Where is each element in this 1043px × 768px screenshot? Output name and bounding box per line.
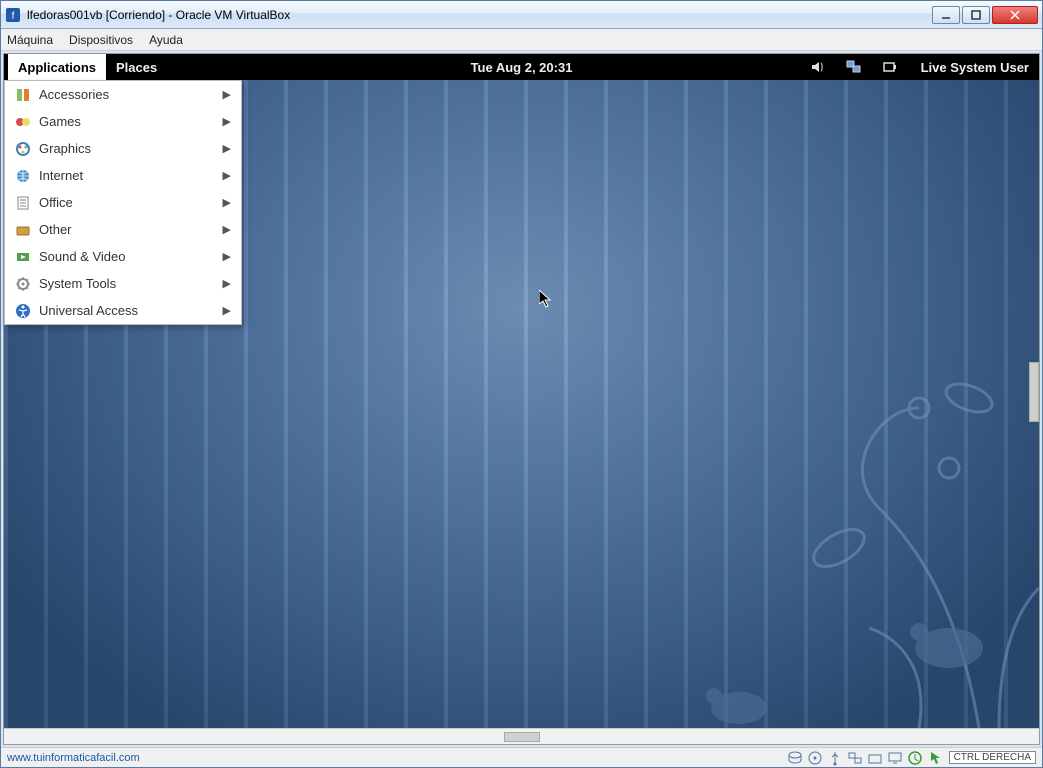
menu-internet[interactable]: Internet ▶ — [5, 162, 241, 189]
menu-games[interactable]: Games ▶ — [5, 108, 241, 135]
battery-icon[interactable] — [881, 58, 899, 76]
optical-icon[interactable] — [807, 750, 823, 766]
svg-text:f: f — [12, 11, 15, 22]
menu-office[interactable]: Office ▶ — [5, 189, 241, 216]
host-key-indicator: CTRL DERECHA — [949, 751, 1036, 764]
menu-label: Accessories — [39, 87, 215, 102]
display-icon[interactable] — [887, 750, 903, 766]
menu-label: Internet — [39, 168, 215, 183]
gnome-top-panel: Applications Places Tue Aug 2, 20:31 Liv… — [4, 54, 1039, 80]
office-icon — [15, 195, 31, 211]
clock[interactable]: Tue Aug 2, 20:31 — [471, 60, 573, 75]
statusbar-link[interactable]: www.tuinformaticafacil.com — [7, 752, 140, 764]
menu-graphics[interactable]: Graphics ▶ — [5, 135, 241, 162]
guest-display: Applications Places Tue Aug 2, 20:31 Liv… — [3, 53, 1040, 745]
accessibility-icon — [15, 303, 31, 319]
chevron-right-icon: ▶ — [223, 88, 231, 101]
harddisk-icon[interactable] — [787, 750, 803, 766]
menu-label: System Tools — [39, 276, 215, 291]
mouse-capture-icon[interactable] — [927, 750, 943, 766]
window-controls — [932, 6, 1038, 24]
places-menu-button[interactable]: Places — [106, 54, 167, 80]
user-menu[interactable]: Live System User — [917, 60, 1029, 75]
window-title: lfedoras001vb [Corriendo] - Oracle VM Vi… — [27, 8, 932, 22]
other-icon — [15, 222, 31, 238]
chevron-right-icon: ▶ — [223, 250, 231, 263]
menu-universal-access[interactable]: Universal Access ▶ — [5, 297, 241, 324]
network-icon[interactable] — [845, 58, 863, 76]
menu-label: Universal Access — [39, 303, 215, 318]
usb-icon[interactable] — [827, 750, 843, 766]
applications-dropdown: Accessories ▶ Games ▶ Graphics ▶ Interne… — [4, 80, 242, 325]
menu-machine[interactable]: Máquina — [7, 33, 53, 47]
virtualbox-window: f lfedoras001vb [Corriendo] - Oracle VM … — [0, 0, 1043, 768]
menu-accessories[interactable]: Accessories ▶ — [5, 81, 241, 108]
menu-label: Graphics — [39, 141, 215, 156]
menu-label: Office — [39, 195, 215, 210]
virtualbox-menubar: Máquina Dispositivos Ayuda — [1, 29, 1042, 51]
vertical-scrollbar[interactable] — [1027, 52, 1041, 732]
volume-icon[interactable] — [809, 58, 827, 76]
system-tray: Live System User — [809, 58, 1035, 76]
app-icon: f — [5, 7, 21, 23]
menu-system-tools[interactable]: System Tools ▶ — [5, 270, 241, 297]
network-status-icon[interactable] — [847, 750, 863, 766]
accessories-icon — [15, 87, 31, 103]
mouse-cursor-icon — [539, 290, 555, 310]
chevron-right-icon: ▶ — [223, 142, 231, 155]
minimize-button[interactable] — [932, 6, 960, 24]
chevron-right-icon: ▶ — [223, 115, 231, 128]
horizontal-scrollbar[interactable] — [4, 728, 1039, 744]
menu-help[interactable]: Ayuda — [149, 33, 183, 47]
menu-devices[interactable]: Dispositivos — [69, 33, 133, 47]
maximize-button[interactable] — [962, 6, 990, 24]
guest-additions-icon[interactable] — [907, 750, 923, 766]
chevron-right-icon: ▶ — [223, 169, 231, 182]
graphics-icon — [15, 141, 31, 157]
internet-icon — [15, 168, 31, 184]
vbox-status-icons — [787, 750, 943, 766]
games-icon — [15, 114, 31, 130]
media-icon — [15, 249, 31, 265]
systools-icon — [15, 276, 31, 292]
shared-folder-icon[interactable] — [867, 750, 883, 766]
titlebar: f lfedoras001vb [Corriendo] - Oracle VM … — [1, 1, 1042, 29]
menu-label: Games — [39, 114, 215, 129]
chevron-right-icon: ▶ — [223, 223, 231, 236]
menu-label: Other — [39, 222, 215, 237]
menu-label: Sound & Video — [39, 249, 215, 264]
chevron-right-icon: ▶ — [223, 304, 231, 317]
statusbar: www.tuinformaticafacil.com CTRL DERECHA — [1, 747, 1042, 767]
wallpaper-decoration — [619, 308, 1039, 728]
applications-menu-button[interactable]: Applications — [8, 54, 106, 80]
menu-other[interactable]: Other ▶ — [5, 216, 241, 243]
chevron-right-icon: ▶ — [223, 277, 231, 290]
menu-sound-video[interactable]: Sound & Video ▶ — [5, 243, 241, 270]
close-button[interactable] — [992, 6, 1038, 24]
chevron-right-icon: ▶ — [223, 196, 231, 209]
